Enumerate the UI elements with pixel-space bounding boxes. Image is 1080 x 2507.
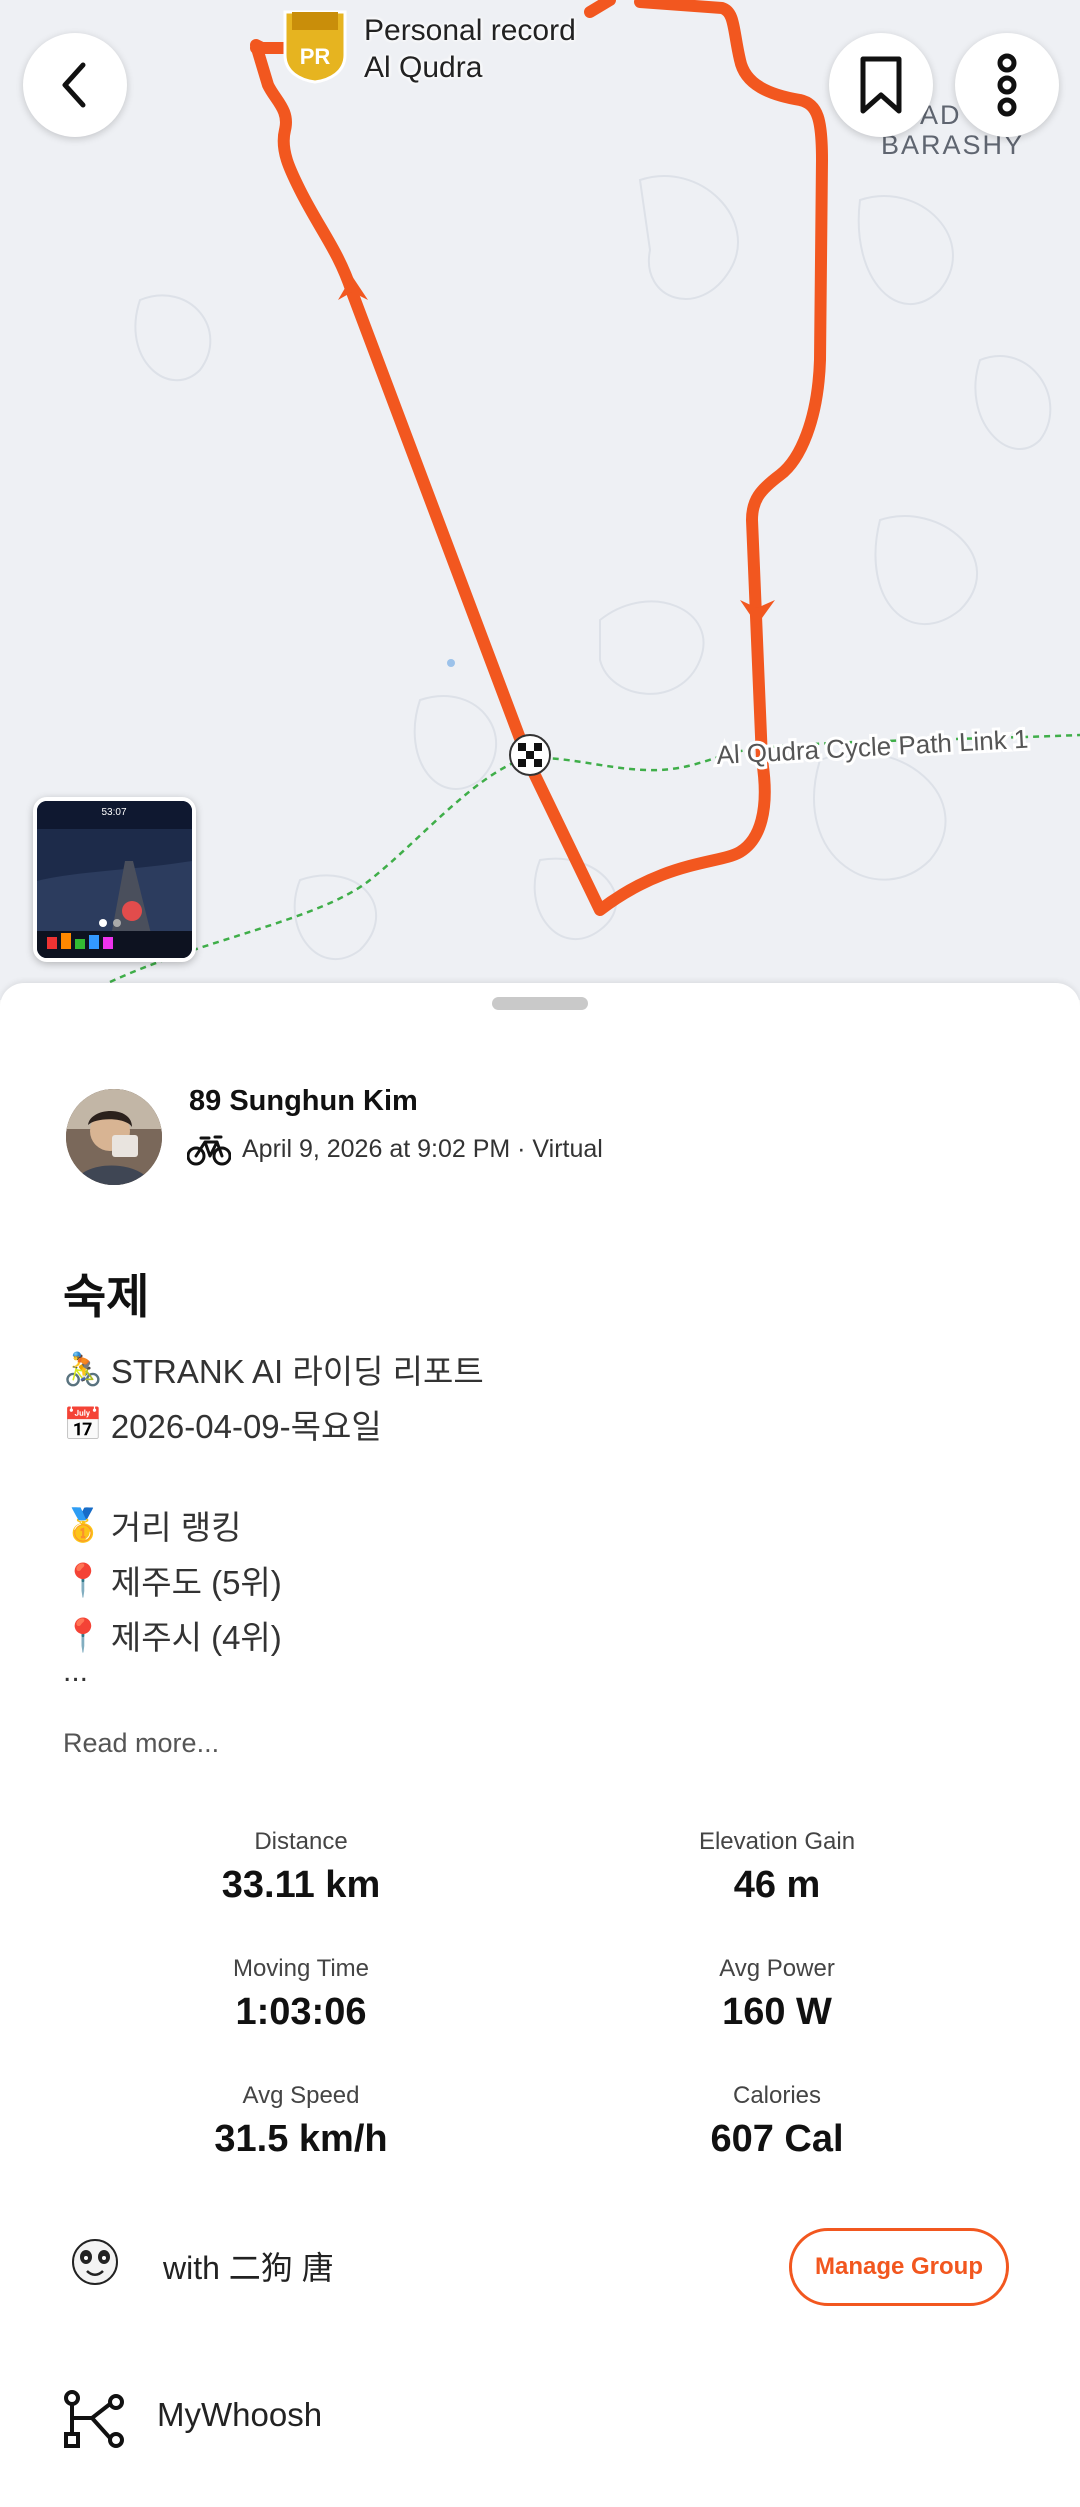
description-line: 🚴 STRANK AI 라이딩 리포트: [63, 1345, 484, 1393]
back-button[interactable]: [23, 33, 127, 137]
description-line: 📅 2026-04-09-목요일: [63, 1400, 382, 1448]
stat-value: 160 W: [722, 1991, 832, 2033]
cycle-path-line: [109, 733, 1080, 984]
device-name[interactable]: MyWhoosh: [157, 2396, 322, 2434]
stat-label: Elevation Gain: [698, 1828, 856, 1855]
stat-label: Avg Power: [719, 1955, 835, 1982]
pr-label-title: Personal record: [364, 14, 576, 47]
read-more-link[interactable]: Read more...: [63, 1728, 219, 1759]
athlete-name[interactable]: 89 Sunghun Kim: [189, 1085, 418, 1118]
activity-detail-sheet[interactable]: 89 Sunghun Kim April 9, 2026 at 9:02 PM …: [0, 983, 1080, 2507]
stat-calories: Calories 607 Cal: [597, 2082, 957, 2161]
pr-label-segment: Al Qudra: [364, 51, 483, 84]
description-line: 📍 제주도 (5위): [63, 1556, 282, 1604]
more-vertical-icon: [997, 53, 1017, 117]
avatar-image: [66, 1089, 162, 1185]
stat-label: Distance: [254, 1828, 348, 1855]
stat-avg-speed: Avg Speed 31.5 km/h: [121, 2082, 481, 2161]
pr-badge-text: PR: [300, 44, 331, 69]
finish-flag-icon: [509, 734, 551, 776]
manage-group-button[interactable]: Manage Group: [789, 2228, 1009, 2306]
drag-handle[interactable]: [492, 997, 588, 1010]
description-line: 📍 제주시 (4위): [63, 1611, 282, 1659]
activity-title: 숙제: [63, 1270, 150, 1323]
pin-emoji-icon: 📍: [63, 1561, 103, 1599]
stat-label: Calories: [732, 2082, 822, 2109]
stat-moving-time: Moving Time 1:03:06: [121, 1955, 481, 2034]
stat-value: 1:03:06: [235, 1991, 367, 2033]
group-members-text: with 二狗 唐: [163, 2250, 334, 2286]
stat-distance: Distance 33.11 km: [121, 1828, 481, 1907]
pin-emoji-icon: 📍: [63, 1616, 103, 1654]
description-text: 거리 랭킹: [110, 1509, 242, 1546]
thumbnail-time: 53:07: [101, 807, 126, 818]
stat-label: Avg Speed: [242, 2082, 360, 2109]
device-connection-icon: [64, 2390, 124, 2448]
activity-date-type: April 9, 2026 at 9:02 PM · Virtual: [242, 1135, 603, 1163]
stat-value: 46 m: [733, 1864, 821, 1906]
stat-avg-power: Avg Power 160 W: [597, 1955, 957, 2034]
route-map[interactable]: PR Al Qudra Cycle Path Link 1 Personal r…: [0, 0, 1080, 1000]
stat-value: 607 Cal: [710, 2118, 844, 2160]
activity-photo-thumbnail[interactable]: 53:07: [33, 797, 196, 962]
medal-emoji-icon: 🥇: [63, 1506, 103, 1544]
calendar-emoji-icon: 📅: [63, 1405, 103, 1443]
more-options-button[interactable]: [955, 33, 1059, 137]
pr-label: Personal record Al Qudra: [364, 12, 576, 86]
avatar[interactable]: [66, 1089, 162, 1185]
description-text: 제주도 (5위): [110, 1564, 282, 1601]
description-line: 🥇 거리 랭킹: [63, 1501, 241, 1549]
bookmark-icon: [860, 56, 902, 114]
stat-value: 33.11 km: [221, 1864, 381, 1906]
game-screenshot-image: 53:07: [37, 801, 192, 958]
chevron-left-icon: [62, 62, 86, 108]
description-text: 2026-04-09-목요일: [110, 1408, 382, 1445]
stat-label: Moving Time: [232, 1955, 370, 1982]
description-ellipsis: ...: [63, 1655, 89, 1688]
cyclist-emoji-icon: 🚴: [63, 1350, 103, 1388]
bike-icon: [187, 1135, 231, 1166]
group-avatar-icon: [72, 2239, 118, 2285]
stat-elevation-gain: Elevation Gain 46 m: [597, 1828, 957, 1907]
description-text: STRANK AI 라이딩 리포트: [110, 1353, 484, 1390]
description-text: 제주시 (4위): [110, 1619, 282, 1656]
stat-value: 31.5 km/h: [214, 2118, 388, 2160]
bookmark-button[interactable]: [829, 33, 933, 137]
